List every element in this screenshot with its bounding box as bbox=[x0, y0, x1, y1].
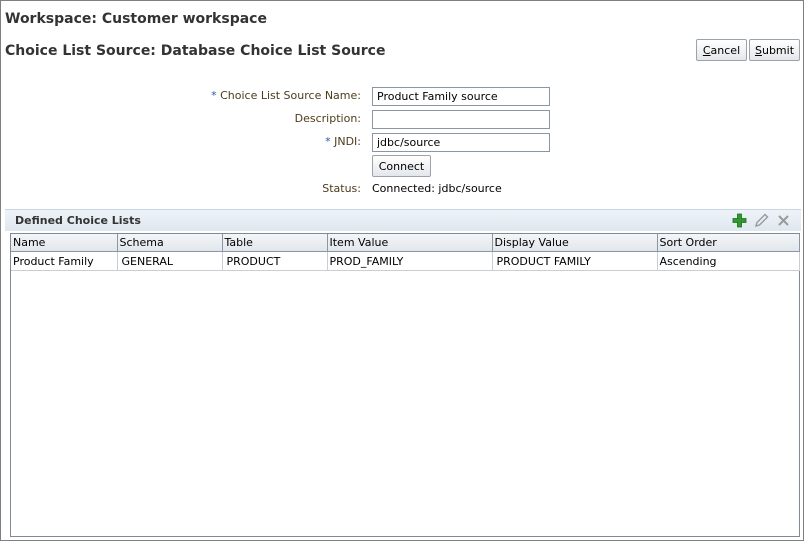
cell-item-value: PROD_FAMILY bbox=[327, 251, 493, 271]
page-title: Choice List Source: Database Choice List… bbox=[5, 43, 386, 59]
cell-name: Product Family bbox=[11, 251, 118, 271]
submit-button-label: Submit bbox=[754, 43, 795, 57]
table-row[interactable]: Product Family GENERAL PRODUCT PROD_FAMI… bbox=[11, 251, 800, 271]
status-value: Connected: jdbc/source bbox=[372, 182, 502, 195]
cell-sort-order: Ascending bbox=[657, 251, 800, 271]
description-field[interactable] bbox=[372, 110, 550, 129]
cell-schema: GENERAL bbox=[117, 251, 223, 271]
name-label-text: Choice List Source Name: bbox=[220, 89, 361, 102]
delete-icon[interactable] bbox=[775, 212, 792, 229]
panel-title: Defined Choice Lists bbox=[15, 214, 141, 227]
column-header-display-value[interactable]: Display Value bbox=[492, 234, 658, 252]
app-window: Workspace: Customer workspace Choice Lis… bbox=[0, 0, 804, 541]
cell-table: PRODUCT bbox=[222, 251, 328, 271]
submit-button[interactable]: Submit bbox=[749, 39, 800, 61]
jndi-label: * JNDI: bbox=[325, 135, 361, 148]
column-header-schema[interactable]: Schema bbox=[117, 234, 223, 252]
workspace-title: Workspace: Customer workspace bbox=[5, 11, 267, 27]
source-name-field[interactable] bbox=[372, 87, 550, 106]
choice-lists-panel-header: Defined Choice Lists bbox=[5, 209, 801, 231]
cancel-button-label: Cancel bbox=[702, 43, 741, 57]
required-marker: * bbox=[325, 135, 331, 148]
connect-button[interactable]: Connect bbox=[372, 155, 431, 177]
table-header-row: Name Schema Table Item Value Display Val… bbox=[11, 234, 800, 252]
add-icon[interactable] bbox=[731, 212, 748, 229]
edit-icon[interactable] bbox=[753, 212, 770, 229]
status-label: Status: bbox=[322, 182, 361, 195]
column-header-sort-order[interactable]: Sort Order bbox=[657, 234, 800, 252]
cell-display-value: PRODUCT FAMILY bbox=[492, 251, 658, 271]
description-label: Description: bbox=[294, 112, 361, 125]
column-header-name[interactable]: Name bbox=[11, 234, 118, 252]
required-marker: * bbox=[211, 89, 217, 102]
column-header-item-value[interactable]: Item Value bbox=[327, 234, 493, 252]
jndi-field[interactable] bbox=[372, 133, 550, 152]
cancel-button[interactable]: Cancel bbox=[696, 39, 747, 61]
choice-lists-table: Name Schema Table Item Value Display Val… bbox=[10, 233, 800, 537]
jndi-label-text: JNDI: bbox=[334, 135, 361, 148]
column-header-table[interactable]: Table bbox=[222, 234, 328, 252]
name-label: * Choice List Source Name: bbox=[211, 89, 361, 102]
